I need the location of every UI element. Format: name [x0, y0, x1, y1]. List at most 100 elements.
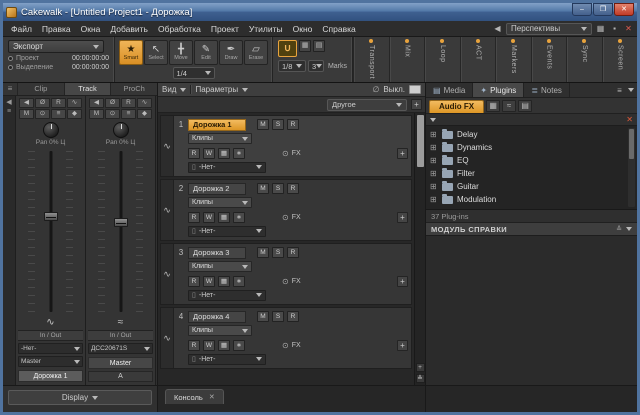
record-arm-button[interactable]: R: [287, 247, 299, 258]
automation-write-button[interactable]: W: [203, 340, 215, 351]
maximize-panel-button[interactable]: [409, 85, 421, 94]
menu-icon[interactable]: ≡: [614, 86, 625, 95]
fx-bin[interactable]: ⊙ FX: [282, 149, 301, 158]
view-menu[interactable]: Вид: [162, 85, 176, 94]
record-arm-button[interactable]: R: [287, 311, 299, 322]
expand-icon[interactable]: ⊞: [430, 169, 438, 178]
mute-button[interactable]: M: [257, 183, 269, 194]
grid-icon[interactable]: ▦: [218, 340, 230, 351]
list-icon[interactable]: ▤: [518, 100, 532, 112]
tab-console[interactable]: Консоль ✕: [165, 389, 224, 404]
input-selector[interactable]: -Нет-: [18, 343, 83, 354]
tree-item-delay[interactable]: ⊞ Delay: [430, 128, 625, 141]
close-button[interactable]: ✕: [614, 3, 634, 16]
track-handle[interactable]: ∿: [161, 308, 174, 368]
snap-resolution-dropdown[interactable]: 1/8: [278, 60, 306, 72]
mute-button[interactable]: M: [257, 311, 269, 322]
add-fx-button[interactable]: +: [397, 148, 408, 159]
menu-item-window[interactable]: Окно: [288, 22, 318, 36]
options-menu[interactable]: Параметры: [195, 85, 238, 94]
track-row[interactable]: ∿ 2 Дорожка 2 M S R Клипы: [160, 179, 412, 241]
snap-magnet-button[interactable]: ∪: [278, 40, 297, 57]
track-name[interactable]: Дорожка 3: [188, 247, 246, 259]
menu-item-edit[interactable]: Правка: [37, 22, 76, 36]
strip-name[interactable]: Master: [88, 357, 153, 369]
pan-knob[interactable]: [113, 122, 129, 138]
smart-tool-button[interactable]: ★ Smart: [119, 40, 143, 65]
solo-button[interactable]: S: [272, 311, 284, 322]
erase-tool-button[interactable]: ▱ Erase: [244, 40, 268, 65]
waves-icon[interactable]: ≈: [502, 100, 516, 112]
tab-plugins[interactable]: ✦ Plugins: [473, 83, 524, 97]
scrollbar-thumb[interactable]: [417, 115, 424, 167]
grid-icon[interactable]: ▦: [218, 212, 230, 223]
interleave-icon[interactable]: ◆: [137, 109, 152, 119]
menu-item-utilities[interactable]: Утилиты: [244, 22, 288, 36]
module-screen[interactable]: Screen: [602, 37, 638, 82]
grid-icon[interactable]: ▦: [486, 100, 500, 112]
input-echo-button[interactable]: ⊙: [105, 109, 120, 119]
rewind-icon[interactable]: ◀: [19, 98, 34, 108]
tree-scrollbar[interactable]: [628, 128, 635, 207]
menu-icon[interactable]: ≡: [51, 109, 66, 119]
track-name[interactable]: Дорожка 1: [188, 119, 246, 131]
snap-grid-alt-icon[interactable]: ▤: [313, 40, 325, 52]
clips-dropdown[interactable]: Клипы: [188, 133, 252, 144]
draw-tool-button[interactable]: ✒ Draw: [219, 40, 243, 65]
minimize-button[interactable]: –: [572, 3, 592, 16]
freeze-icon[interactable]: ∗: [233, 340, 245, 351]
track-name[interactable]: Дорожка 4: [188, 311, 246, 323]
add-fx-button[interactable]: +: [397, 340, 408, 351]
close-workspace-icon[interactable]: ✕: [623, 24, 634, 33]
automation-write-button[interactable]: W: [203, 276, 215, 287]
output-selector[interactable]: Master: [18, 356, 83, 367]
module-sync[interactable]: Sync: [566, 37, 602, 82]
fx-bin[interactable]: ⊙ FX: [282, 213, 301, 222]
freeze-icon[interactable]: ∗: [233, 148, 245, 159]
menu-icon[interactable]: ≡: [3, 83, 17, 95]
automation-write-button[interactable]: W: [203, 212, 215, 223]
output-device-selector[interactable]: ДСС20671S: [88, 343, 153, 354]
fx-bin[interactable]: ⊙ FX: [282, 341, 301, 350]
mute-button[interactable]: M: [19, 109, 34, 119]
back-icon[interactable]: ◀: [492, 24, 503, 33]
tab-proch[interactable]: ProCh: [110, 83, 157, 95]
tab-audio-fx[interactable]: Audio FX: [429, 100, 484, 113]
mute-button[interactable]: M: [89, 109, 104, 119]
draw-resolution-dropdown[interactable]: 1/4: [173, 67, 215, 79]
add-fx-button[interactable]: +: [397, 212, 408, 223]
maximize-button[interactable]: ❐: [593, 3, 613, 16]
module-transport[interactable]: Transport: [353, 37, 389, 82]
module-events[interactable]: Events: [531, 37, 567, 82]
record-arm-button[interactable]: R: [121, 98, 136, 108]
tree-item-filter[interactable]: ⊞ Filter: [430, 167, 625, 180]
export-button[interactable]: Экспорт: [8, 40, 104, 53]
snap-grid-icon[interactable]: ▦: [299, 40, 311, 52]
menu-item-process[interactable]: Обработка: [153, 22, 206, 36]
track-row[interactable]: ∿ 3 Дорожка 3 M S R Клипы: [160, 243, 412, 305]
expand-icon[interactable]: ⊞: [430, 195, 438, 204]
track-handle[interactable]: ∿: [161, 116, 174, 176]
clear-filter-icon[interactable]: ✕: [626, 116, 633, 124]
menu-item-help[interactable]: Справка: [317, 22, 360, 36]
clips-dropdown[interactable]: Клипы: [188, 261, 252, 272]
record-arm-button[interactable]: R: [287, 183, 299, 194]
tree-item-guitar[interactable]: ⊞ Guitar: [430, 180, 625, 193]
clips-dropdown[interactable]: Клипы: [188, 197, 252, 208]
zoom-in-button[interactable]: +: [416, 363, 425, 372]
track-input-dropdown[interactable]: ▯ -Нет-: [188, 162, 266, 173]
menu-icon[interactable]: ≡: [121, 109, 136, 119]
vertical-scrollbar[interactable]: + ≙: [414, 113, 425, 385]
close-icon[interactable]: ✕: [209, 393, 215, 401]
track-handle[interactable]: ∿: [161, 244, 174, 304]
mute-button[interactable]: M: [257, 119, 269, 130]
strip-name[interactable]: Дорожка 1: [18, 370, 83, 382]
collapse-icon[interactable]: ≙: [616, 225, 622, 233]
chevron-down-icon[interactable]: [628, 88, 634, 92]
bank-label[interactable]: A: [88, 371, 153, 382]
menu-item-views[interactable]: Окна: [76, 22, 106, 36]
solo-button[interactable]: S: [272, 183, 284, 194]
tab-clip[interactable]: Clip: [17, 83, 64, 95]
track-handle[interactable]: ∿: [161, 180, 174, 240]
radio-icon[interactable]: [8, 65, 13, 70]
